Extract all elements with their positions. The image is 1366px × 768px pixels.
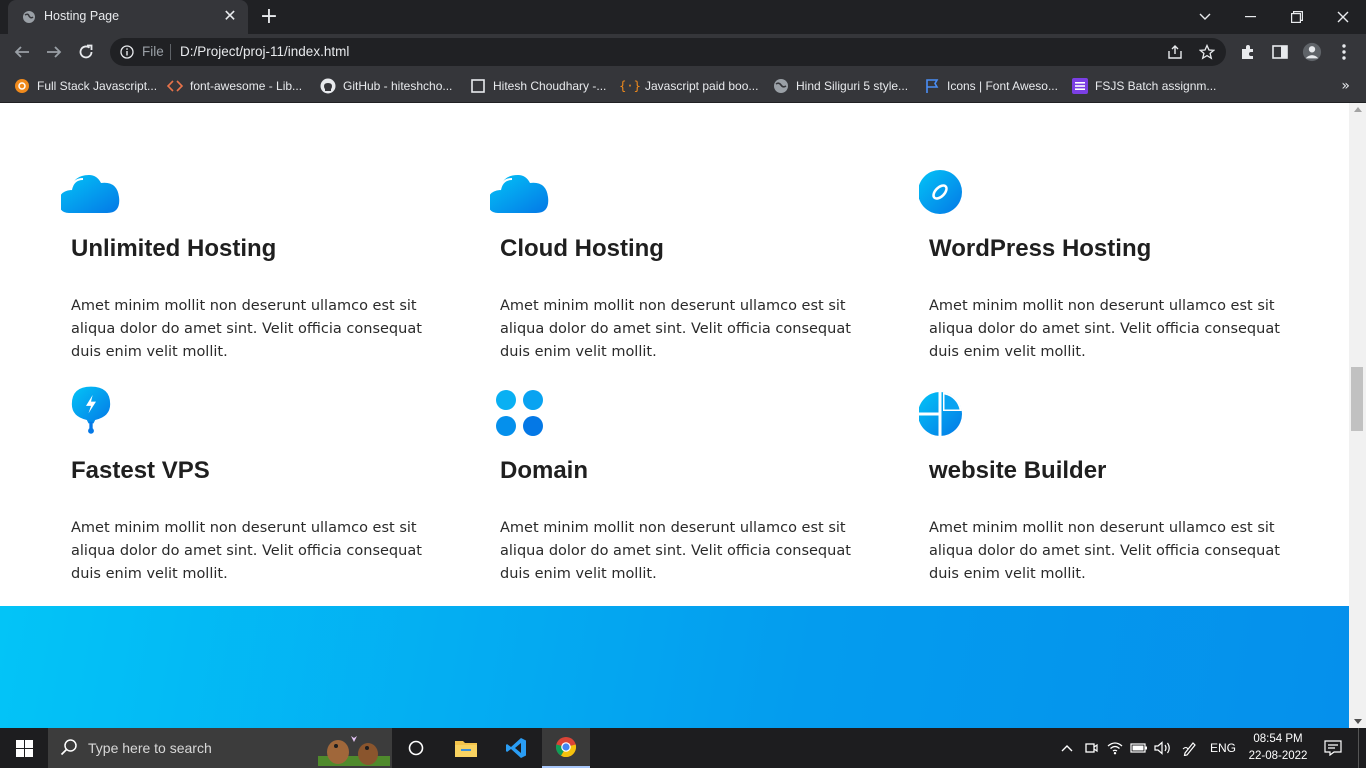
page-viewport: Unlimited Hosting Amet minim mollit non … [0, 103, 1349, 728]
feature-title: Fastest VPS [71, 457, 210, 484]
bookmark-item[interactable]: font-awesome - Lib... [167, 76, 302, 96]
bookmark-label: FSJS Batch assignm... [1095, 79, 1217, 93]
ubuntu-circle-icon [14, 78, 30, 94]
pen-workspace-icon[interactable] [1178, 728, 1202, 768]
pie-grid-icon [919, 392, 962, 436]
feature-description: Amet minim mollit non deserunt ullamco e… [71, 298, 422, 360]
address-scheme: File [142, 44, 164, 59]
scroll-down-arrow-icon[interactable] [1354, 719, 1362, 724]
chrome-icon[interactable] [542, 728, 590, 768]
bookmark-label: Javascript paid boo... [645, 79, 759, 93]
bookmark-label: Icons | Font Aweso... [947, 79, 1058, 93]
volume-icon[interactable] [1152, 728, 1174, 768]
cloud-icon [490, 175, 549, 213]
feature-description: Amet minim mollit non deserunt ullamco e… [500, 298, 851, 360]
bookmark-item[interactable]: Hitesh Choudhary -... [470, 76, 606, 96]
info-icon[interactable] [120, 45, 134, 59]
github-icon [320, 78, 336, 94]
new-tab-button[interactable]: + [258, 6, 280, 28]
close-window-icon[interactable] [1320, 0, 1366, 34]
taskbar-search-box[interactable]: Type here to search [48, 728, 392, 768]
address-divider [170, 44, 171, 60]
tab-hosting-page[interactable]: Hosting Page ✕ [8, 0, 248, 34]
windows-start-icon[interactable] [0, 728, 48, 768]
bookmark-item[interactable]: FSJS Batch assignm... [1072, 76, 1216, 96]
scrollbar-thumb[interactable] [1351, 367, 1363, 431]
show-desktop-button[interactable] [1358, 728, 1366, 768]
bookmark-label: GitHub - hiteshcho... [343, 79, 453, 93]
task-view-icon[interactable] [392, 728, 440, 768]
gradient-section [0, 606, 1349, 728]
windows-taskbar: Type here to search ENG 08:54 PM 22-08-2… [0, 728, 1366, 768]
bookmark-item[interactable]: Icons | Font Aweso... [924, 76, 1058, 96]
feature-description: Amet minim mollit non deserunt ullamco e… [929, 298, 1280, 360]
profile-avatar[interactable] [1302, 42, 1322, 62]
meet-now-icon[interactable] [1081, 728, 1101, 768]
notifications-icon[interactable] [1318, 728, 1348, 768]
flag-icon [924, 78, 940, 94]
reload-icon[interactable] [74, 40, 98, 64]
minimize-icon[interactable] [1228, 0, 1274, 34]
bookmark-label: Full Stack Javascript... [37, 79, 158, 93]
language-indicator[interactable]: ENG [1206, 728, 1240, 768]
forward-arrow-icon[interactable] [42, 40, 66, 64]
bookmark-item[interactable]: {·} Javascript paid boo... [619, 76, 759, 96]
clock-date: 22-08-2022 [1248, 750, 1308, 762]
bookmarks-overflow-chevron-icon[interactable]: » [1341, 78, 1350, 94]
feature-description: Amet minim mollit non deserunt ullamco e… [929, 520, 1280, 582]
battery-icon[interactable] [1128, 728, 1150, 768]
system-clock[interactable]: 08:54 PM 22-08-2022 [1244, 731, 1312, 765]
feature-title: Domain [500, 457, 589, 484]
close-tab-icon[interactable]: ✕ [222, 8, 238, 24]
bookmark-item[interactable]: GitHub - hiteshcho... [320, 76, 452, 96]
tab-search-chevron-icon[interactable] [1182, 0, 1228, 34]
four-dots-icon [496, 390, 543, 436]
clock-time: 08:54 PM [1253, 733, 1303, 745]
compass-icon [919, 170, 962, 214]
tab-title: Hosting Page [44, 9, 120, 23]
feature-title: WordPress Hosting [929, 235, 1152, 262]
square-icon [470, 78, 486, 94]
bookmark-label: Hitesh Choudhary -... [493, 79, 607, 93]
menu-dots-icon[interactable] [1334, 42, 1354, 62]
code-brackets-icon [167, 78, 183, 94]
vscode-icon[interactable] [492, 728, 540, 768]
restore-icon[interactable] [1274, 0, 1320, 34]
scroll-up-arrow-icon[interactable] [1354, 107, 1362, 112]
search-icon [60, 739, 77, 756]
bookmarks-bar: Full Stack Javascript... font-awesome - … [0, 70, 1366, 103]
address-bar[interactable]: File D:/Project/proj-11/index.html [110, 38, 1226, 66]
search-highlight-illustration-icon [318, 736, 390, 766]
wifi-icon[interactable] [1104, 728, 1126, 768]
globe-icon [773, 78, 789, 94]
feature-title: Unlimited Hosting [71, 235, 277, 262]
bookmark-label: font-awesome - Lib... [190, 79, 303, 93]
address-url[interactable]: D:/Project/proj-11/index.html [180, 44, 349, 59]
feature-title: Cloud Hosting [500, 235, 664, 262]
feature-description: Amet minim mollit non deserunt ullamco e… [71, 520, 422, 582]
bookmark-star-icon[interactable] [1198, 43, 1216, 61]
search-placeholder: Type here to search [88, 740, 212, 756]
bookmark-label: Hind Siliguri 5 style... [796, 79, 909, 93]
share-icon[interactable] [1166, 43, 1184, 61]
file-explorer-icon[interactable] [442, 728, 490, 768]
bookmark-item[interactable]: Full Stack Javascript... [14, 76, 157, 96]
curly-braces-icon: {·} [619, 79, 641, 93]
side-panel-icon[interactable] [1270, 42, 1290, 62]
cloud-icon [61, 175, 120, 213]
bookmark-item[interactable]: Hind Siliguri 5 style... [773, 76, 908, 96]
show-hidden-icons-chevron-icon[interactable] [1058, 728, 1076, 768]
page-scrollbar[interactable] [1349, 103, 1366, 728]
feature-description: Amet minim mollit non deserunt ullamco e… [500, 520, 851, 582]
feature-title: website Builder [929, 457, 1107, 484]
browser-toolbar: File D:/Project/proj-11/index.html [0, 34, 1366, 70]
tab-strip: Hosting Page ✕ + [0, 0, 1366, 34]
bolt-pin-icon [71, 386, 111, 434]
back-arrow-icon[interactable] [10, 40, 34, 64]
extensions-puzzle-icon[interactable] [1238, 42, 1258, 62]
list-icon [1072, 78, 1088, 94]
globe-icon [23, 11, 35, 23]
